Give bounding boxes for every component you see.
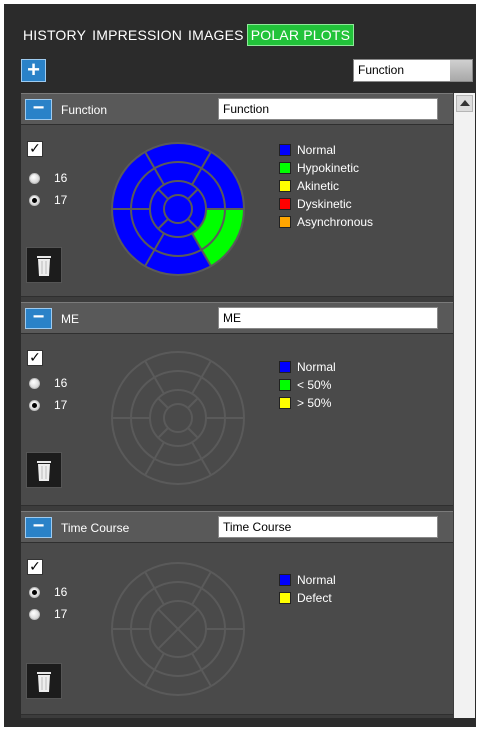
legend-item: Hypokinetic [279, 159, 373, 177]
radio-button[interactable] [29, 377, 40, 389]
radio-17-segment[interactable]: 17 [29, 398, 67, 412]
legend-item: < 50% [279, 376, 336, 394]
legend-swatch [279, 574, 291, 586]
panel-header: − Time Course Time Course [21, 511, 453, 543]
legend-swatch [279, 144, 291, 156]
plot-panel-time-course: − Time Course Time Course ✓ 16 17 Normal… [21, 511, 453, 718]
plot-type-select-value: Function [358, 63, 405, 77]
legend-item: Dyskinetic [279, 195, 373, 213]
radio-label: 17 [54, 607, 68, 621]
legend-item: Normal [279, 358, 336, 376]
legend-label: Normal [297, 573, 336, 587]
radio-17-segment[interactable]: 17 [29, 607, 67, 621]
tab-polar-plots[interactable]: POLAR PLOTS [246, 24, 355, 46]
radio-label: 16 [54, 376, 68, 390]
plot-panel-me: − ME ME ✓ 16 17 Normal < 50% > 50% [21, 302, 453, 510]
panel-title: Function [61, 103, 108, 117]
radio-button[interactable] [29, 399, 40, 411]
legend-swatch [279, 397, 291, 409]
legend-swatch [279, 592, 291, 604]
legend-label: Asynchronous [297, 215, 374, 229]
legend-item: Asynchronous [279, 213, 373, 231]
trash-icon [37, 461, 51, 481]
radio-button[interactable] [29, 194, 40, 206]
legend-item: Normal [279, 571, 336, 589]
legend-label: Hypokinetic [297, 161, 360, 175]
radio-16-segment[interactable]: 16 [29, 171, 67, 185]
legend-swatch [279, 198, 291, 210]
show-plot-checkbox[interactable]: ✓ [27, 559, 43, 575]
tab-impression[interactable]: IMPRESSION [89, 24, 185, 46]
radio-16-segment[interactable]: 16 [29, 376, 67, 390]
panel-body: ✓ 16 17 [21, 543, 453, 715]
polar-plot-time-course[interactable] [108, 559, 248, 699]
dropdown-arrow-icon[interactable] [450, 60, 472, 81]
legend-item: Akinetic [279, 177, 373, 195]
radio-label: 17 [54, 193, 68, 207]
legend-swatch [279, 216, 291, 228]
collapse-button[interactable]: − [25, 516, 52, 538]
radio-button[interactable] [29, 172, 40, 184]
delete-plot-button[interactable] [26, 663, 62, 699]
radio-16-segment[interactable]: 16 [29, 585, 67, 599]
panel-title: ME [61, 312, 79, 326]
add-plot-button[interactable]: + [21, 59, 46, 82]
polar-plots-window: HISTORY IMPRESSION IMAGES POLAR PLOTS + … [4, 4, 476, 727]
segment-grid [111, 351, 245, 485]
panel-header: − ME ME [21, 302, 453, 334]
legend-label: Normal [297, 143, 336, 157]
radio-17-segment[interactable]: 17 [29, 193, 67, 207]
radio-button[interactable] [29, 608, 40, 620]
radio-label: 16 [54, 171, 68, 185]
tab-history[interactable]: HISTORY [20, 24, 89, 46]
polar-plot-function[interactable] [108, 139, 248, 279]
panel-title: Time Course [61, 521, 130, 535]
delete-plot-button[interactable] [26, 247, 62, 283]
legend-label: Defect [297, 591, 332, 605]
collapse-button[interactable]: − [25, 307, 52, 329]
legend-label: > 50% [297, 396, 332, 410]
trash-icon [37, 672, 51, 692]
plot-name-input[interactable]: ME [218, 307, 438, 329]
scroll-up-arrow-icon[interactable] [456, 95, 473, 112]
radio-label: 16 [54, 585, 68, 599]
trash-icon [37, 256, 51, 276]
legend-item: > 50% [279, 394, 336, 412]
plot-type-select[interactable]: Function [353, 59, 473, 82]
legend-label: Dyskinetic [297, 197, 352, 211]
legend-swatch [279, 379, 291, 391]
plot-name-input[interactable]: Time Course [218, 516, 438, 538]
legend-item: Defect [279, 589, 336, 607]
panel-body: ✓ 16 17 [21, 334, 453, 506]
legend-item: Normal [279, 141, 373, 159]
legend-label: Normal [297, 360, 336, 374]
legend-swatch [279, 361, 291, 373]
polar-plot-me[interactable] [108, 348, 248, 488]
vertical-scrollbar[interactable] [454, 93, 475, 718]
panel-body: ✓ 16 17 [21, 125, 453, 297]
legend-label: Akinetic [297, 179, 340, 193]
report-tabs: HISTORY IMPRESSION IMAGES POLAR PLOTS [20, 24, 355, 46]
collapse-button[interactable]: − [25, 98, 52, 120]
show-plot-checkbox[interactable]: ✓ [27, 141, 43, 157]
plot-name-input[interactable]: Function [218, 98, 438, 120]
plot-panel-function: − Function Function ✓ 16 17 Normal Hypok… [21, 93, 453, 299]
radio-label: 17 [54, 398, 68, 412]
segment-grid [111, 562, 245, 696]
legend: Normal Hypokinetic Akinetic Dyskinetic A… [279, 141, 373, 231]
show-plot-checkbox[interactable]: ✓ [27, 350, 43, 366]
delete-plot-button[interactable] [26, 452, 62, 488]
legend-label: < 50% [297, 378, 332, 392]
legend: Normal Defect [279, 571, 336, 607]
radio-button[interactable] [29, 586, 40, 598]
plot-list: − Function Function ✓ 16 17 Normal Hypok… [21, 93, 475, 718]
tab-images[interactable]: IMAGES [185, 24, 247, 46]
legend-swatch [279, 180, 291, 192]
panel-header: − Function Function [21, 93, 453, 125]
legend: Normal < 50% > 50% [279, 358, 336, 412]
legend-swatch [279, 162, 291, 174]
